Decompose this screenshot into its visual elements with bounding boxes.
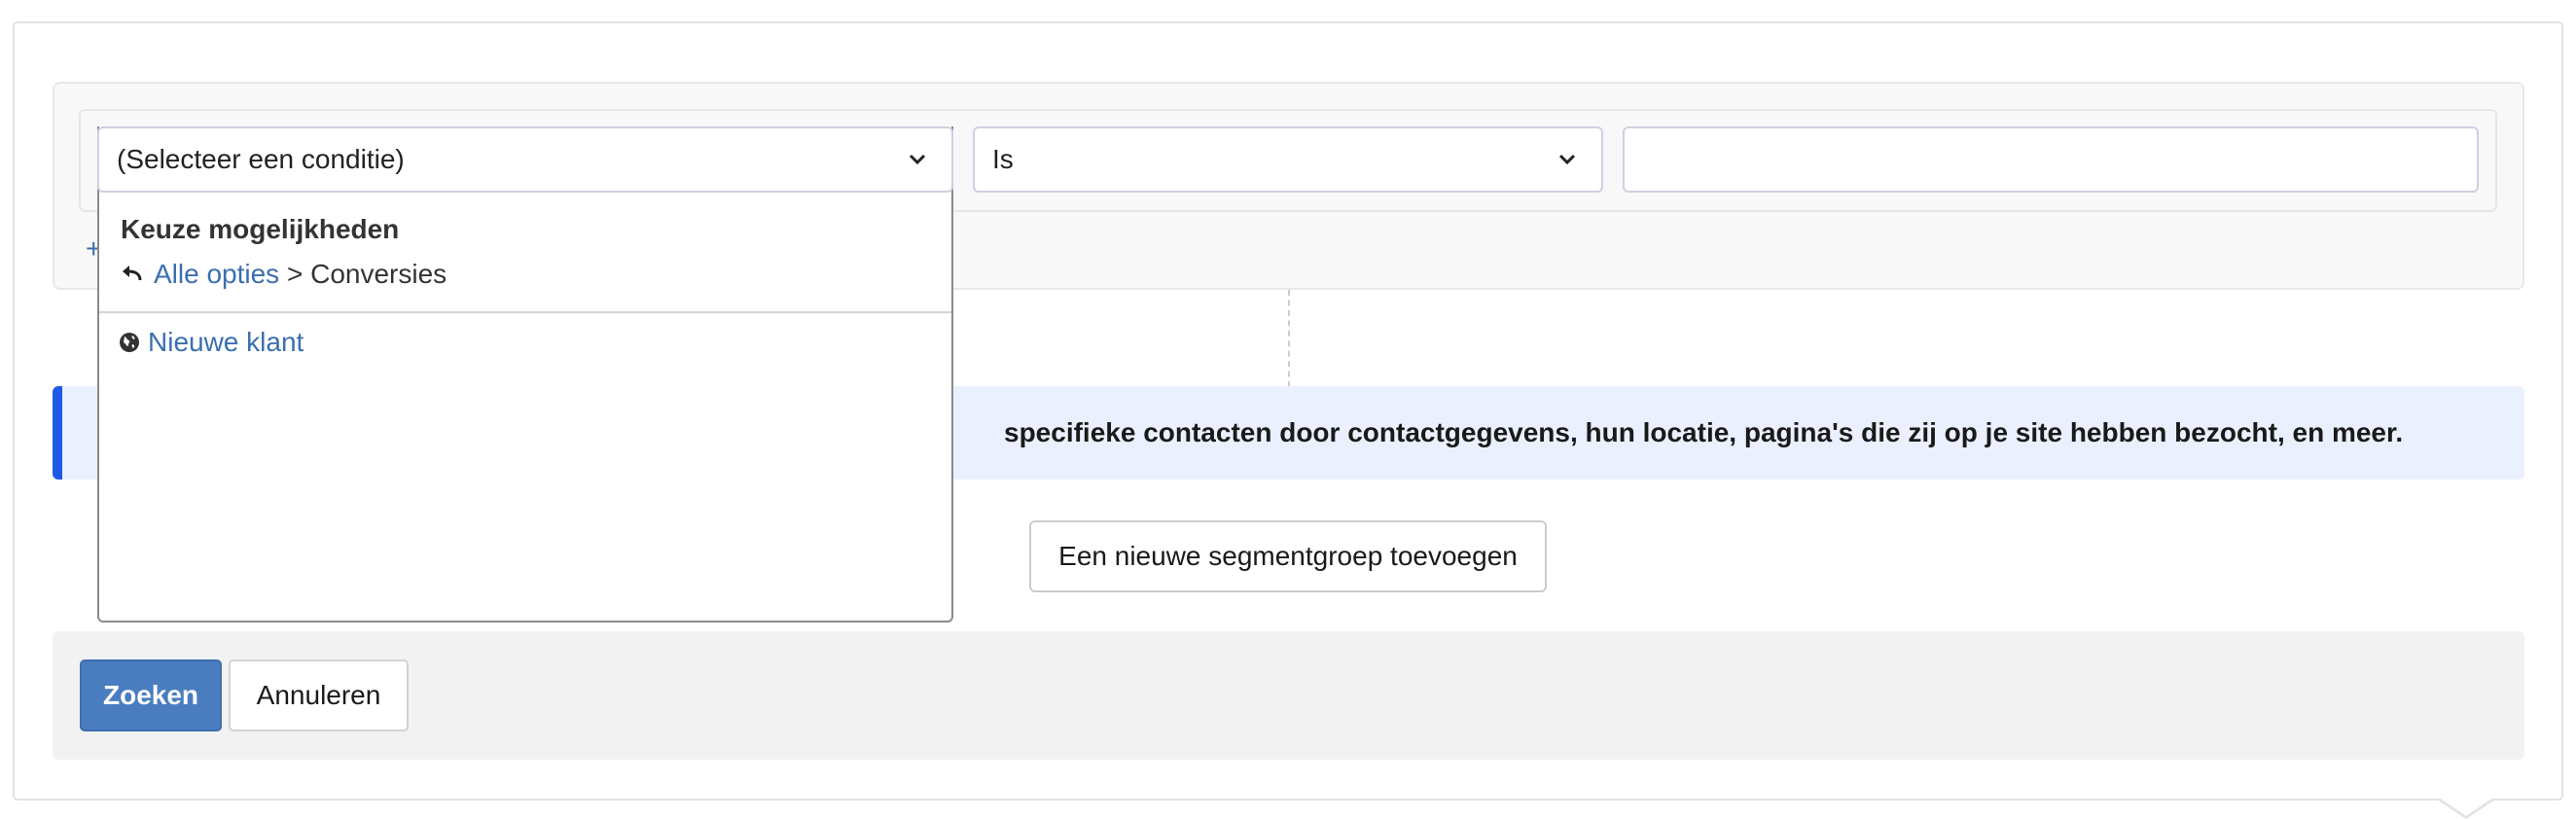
globe-icon: [119, 332, 140, 353]
footer-actions: [53, 631, 2524, 760]
cancel-button[interactable]: Annuleren: [229, 659, 409, 731]
operator-select-value: Is: [992, 144, 1014, 174]
back-arrow-icon[interactable]: [121, 265, 144, 284]
operator-select[interactable]: Is: [973, 126, 1603, 193]
info-banner-text: specifieke contacten door contactgegeven…: [1004, 417, 2404, 447]
dropdown-option-label: Nieuwe klant: [148, 327, 304, 357]
add-segment-group-button[interactable]: Een nieuwe segmentgroep toevoegen: [1029, 520, 1547, 592]
dropdown-option-nieuwe-klant[interactable]: Nieuwe klant: [119, 327, 304, 358]
breadcrumb-current: Conversies: [310, 259, 447, 289]
breadcrumb-separator: >: [279, 259, 311, 289]
dropdown-breadcrumb: Alle opties > Conversies: [121, 259, 447, 290]
condition-select-open[interactable]: (Selecteer een conditie): [97, 126, 953, 193]
dropdown-heading: Keuze mogelijkheden: [121, 214, 400, 244]
condition-value-input[interactable]: [1623, 126, 2479, 193]
condition-select-open-value: (Selecteer een conditie): [117, 144, 405, 174]
chevron-down-icon: [1558, 128, 1576, 191]
chevron-down-icon: [909, 128, 926, 191]
group-connector: [1288, 290, 1290, 387]
panel-pointer-inner: [2439, 798, 2493, 816]
breadcrumb-all-options-link[interactable]: Alle opties: [154, 259, 279, 290]
condition-dropdown-menu: (Selecteer een conditie) Keuze mogelijkh…: [97, 126, 953, 623]
dropdown-divider: [99, 311, 951, 313]
search-button[interactable]: Zoeken: [80, 659, 222, 731]
